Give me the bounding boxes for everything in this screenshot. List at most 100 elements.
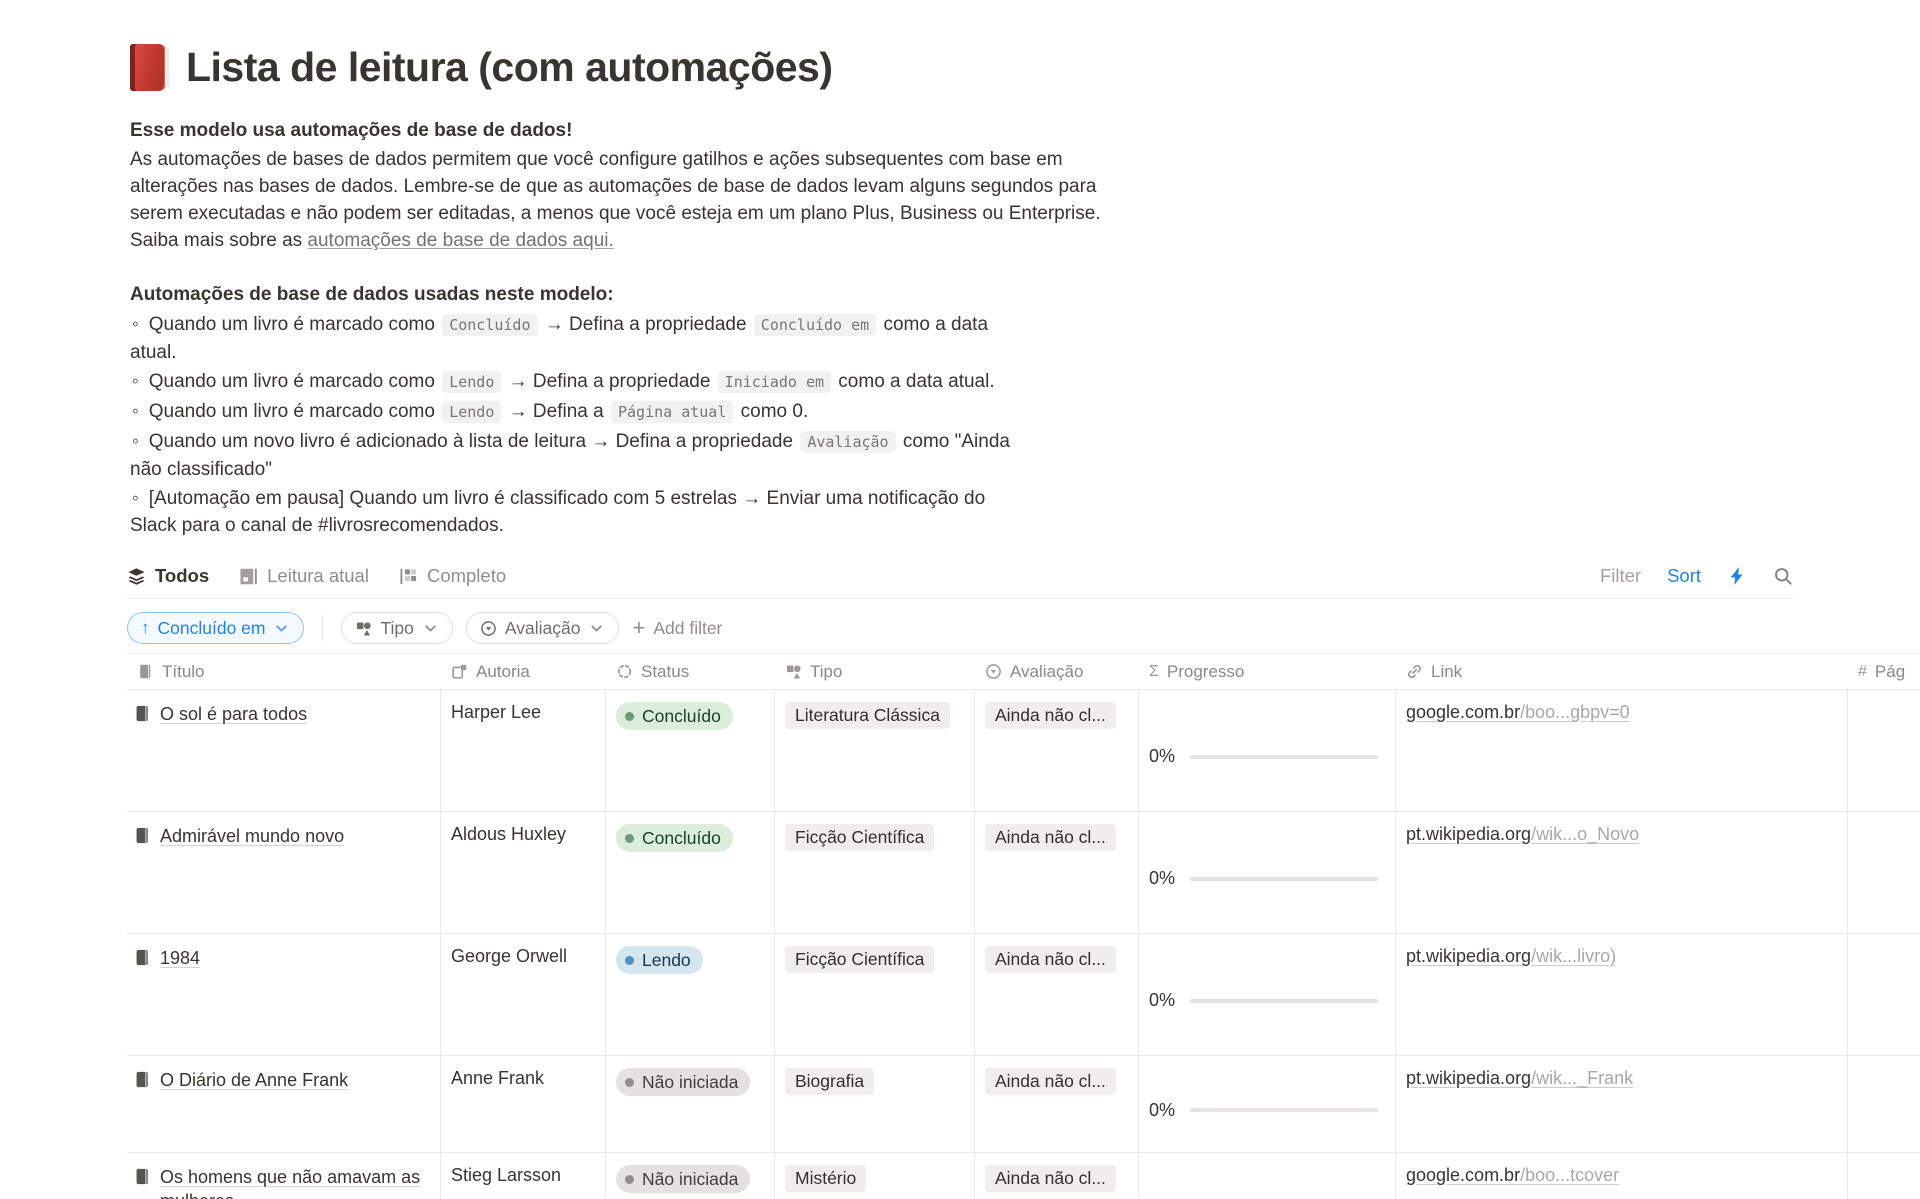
cell-pag[interactable]	[1848, 1056, 1920, 1152]
column-header-link[interactable]: Link	[1396, 662, 1848, 682]
cell-avaliacao[interactable]: Ainda não cl...	[975, 690, 1139, 811]
tab-completo[interactable]: Completo	[399, 565, 506, 587]
search-icon[interactable]	[1773, 566, 1793, 586]
avaliacao-tag[interactable]: Ainda não cl...	[985, 1165, 1116, 1192]
cell-pag[interactable]	[1848, 1153, 1920, 1199]
external-link[interactable]: google.com.br/boo...gbpv=0	[1406, 702, 1630, 722]
column-header-autoria[interactable]: Autoria	[441, 662, 606, 682]
status-pill[interactable]: Lendo	[616, 946, 703, 974]
sort-chip-concluido-em[interactable]: ↑ Concluído em	[127, 612, 304, 644]
cell-link[interactable]: pt.wikipedia.org/wik..._Frank	[1396, 1056, 1848, 1152]
column-header-pag[interactable]: #Pág	[1848, 662, 1920, 682]
external-link[interactable]: google.com.br/boo...tcover	[1406, 1165, 1619, 1185]
cell-tipo[interactable]: Mistério	[775, 1153, 975, 1199]
cell-progresso[interactable]: 0%	[1139, 690, 1396, 811]
inline-code: Avaliação	[800, 431, 895, 453]
cell-titulo[interactable]: 1984	[127, 934, 441, 1055]
avaliacao-tag[interactable]: Ainda não cl...	[985, 824, 1116, 851]
cell-titulo[interactable]: Os homens que não amavam as mulheres	[127, 1153, 441, 1199]
cell-titulo[interactable]: O Diário de Anne Frank	[127, 1056, 441, 1152]
lightning-icon[interactable]	[1727, 566, 1747, 586]
row-title[interactable]: O Diário de Anne Frank	[160, 1068, 348, 1092]
automations-docs-link[interactable]: automações de base de dados aqui.	[307, 230, 613, 251]
cell-link[interactable]: pt.wikipedia.org/wik...livro)	[1396, 934, 1848, 1055]
select-icon	[480, 620, 497, 637]
add-filter-button[interactable]: + Add filter	[632, 617, 722, 639]
tipo-tag[interactable]: Mistério	[785, 1165, 866, 1192]
external-link[interactable]: pt.wikipedia.org/wik...livro)	[1406, 946, 1616, 966]
link-domain: google.com.br	[1406, 702, 1520, 722]
avaliacao-tag[interactable]: Ainda não cl...	[985, 702, 1116, 729]
cell-autoria[interactable]: Anne Frank	[441, 1056, 606, 1152]
cell-avaliacao[interactable]: Ainda não cl...	[975, 934, 1139, 1055]
cell-status[interactable]: Não iniciada	[606, 1056, 775, 1152]
tipo-tag[interactable]: Literatura Clássica	[785, 702, 950, 729]
tipo-tag[interactable]: Ficção Científica	[785, 946, 934, 973]
status-pill[interactable]: Não iniciada	[616, 1068, 750, 1096]
column-header-status[interactable]: Status	[606, 662, 775, 682]
bullet-icon: ◦	[132, 401, 139, 422]
external-link[interactable]: pt.wikipedia.org/wik..._Frank	[1406, 1068, 1633, 1088]
cell-status[interactable]: Não iniciada	[606, 1153, 775, 1199]
avaliacao-tag[interactable]: Ainda não cl...	[985, 946, 1116, 973]
cell-status[interactable]: Concluído	[606, 690, 775, 811]
cell-tipo[interactable]: Literatura Clássica	[775, 690, 975, 811]
sort-control[interactable]: Sort	[1667, 565, 1701, 587]
row-title[interactable]: Admirável mundo novo	[160, 824, 344, 848]
filter-chip-avaliacao[interactable]: Avaliação	[466, 612, 620, 644]
cell-progresso[interactable]: 0%	[1139, 1153, 1396, 1199]
cell-status[interactable]: Concluído	[606, 812, 775, 933]
row-title[interactable]: 1984	[160, 946, 200, 970]
automation-text: [Automação em pausa] Quando um livro é c…	[130, 488, 985, 536]
sort-chip-label: Concluído em	[158, 618, 266, 639]
cell-link[interactable]: pt.wikipedia.org/wik...o_Novo	[1396, 812, 1848, 933]
cell-link[interactable]: google.com.br/boo...gbpv=0	[1396, 690, 1848, 811]
row-title[interactable]: Os homens que não amavam as mulheres	[160, 1165, 430, 1199]
cell-autoria[interactable]: George Orwell	[441, 934, 606, 1055]
cell-link[interactable]: google.com.br/boo...tcover	[1396, 1153, 1848, 1199]
cell-pag[interactable]	[1848, 812, 1920, 933]
cell-tipo[interactable]: Ficção Científica	[775, 812, 975, 933]
automation-text: como a data atual.	[833, 371, 995, 392]
cell-tipo[interactable]: Biografia	[775, 1056, 975, 1152]
column-header-titulo[interactable]: Título	[127, 662, 441, 682]
column-header-progresso[interactable]: ΣProgresso	[1139, 662, 1396, 682]
progress-value: 0%	[1149, 990, 1175, 1011]
cell-pag[interactable]	[1848, 690, 1920, 811]
status-pill[interactable]: Não iniciada	[616, 1165, 750, 1193]
cell-autoria[interactable]: Aldous Huxley	[441, 812, 606, 933]
cell-titulo[interactable]: Admirável mundo novo	[127, 812, 441, 933]
cell-progresso[interactable]: 0%	[1139, 812, 1396, 933]
tipo-tag[interactable]: Biografia	[785, 1068, 874, 1095]
column-header-tipo[interactable]: Tipo	[775, 662, 975, 682]
tipo-tag[interactable]: Ficção Científica	[785, 824, 934, 851]
column-header-avaliacao[interactable]: Avaliação	[975, 662, 1139, 682]
avaliacao-tag[interactable]: Ainda não cl...	[985, 1068, 1116, 1095]
external-link[interactable]: pt.wikipedia.org/wik...o_Novo	[1406, 824, 1639, 844]
cell-progresso[interactable]: 0%	[1139, 934, 1396, 1055]
tab-leitura-atual[interactable]: Leitura atual	[239, 565, 369, 587]
cell-autoria[interactable]: Harper Lee	[441, 690, 606, 811]
filter-chip-tipo[interactable]: Tipo	[341, 612, 452, 644]
row-title[interactable]: O sol é para todos	[160, 702, 307, 726]
column-label: Avaliação	[1010, 662, 1083, 682]
cell-autoria[interactable]: Stieg Larsson	[441, 1153, 606, 1199]
cell-avaliacao[interactable]: Ainda não cl...	[975, 1056, 1139, 1152]
filter-control[interactable]: Filter	[1600, 565, 1641, 587]
cell-progresso[interactable]: 0%	[1139, 1056, 1396, 1152]
status-pill[interactable]: Concluído	[616, 824, 733, 852]
cell-avaliacao[interactable]: Ainda não cl...	[975, 1153, 1139, 1199]
cell-avaliacao[interactable]: Ainda não cl...	[975, 812, 1139, 933]
cell-status[interactable]: Lendo	[606, 934, 775, 1055]
status-pill[interactable]: Concluído	[616, 702, 733, 730]
inline-code: Concluído em	[754, 314, 876, 336]
cell-pag[interactable]	[1848, 934, 1920, 1055]
view-tabs: Todos Leitura atual Completo	[127, 565, 506, 587]
status-label: Não iniciada	[642, 1072, 738, 1093]
automation-list: ◦Quando um livro é marcado como Concluíd…	[130, 311, 1035, 539]
cell-titulo[interactable]: O sol é para todos	[127, 690, 441, 811]
inline-code: Página atual	[611, 401, 733, 423]
link-path: /wik...livro)	[1531, 946, 1616, 966]
cell-tipo[interactable]: Ficção Científica	[775, 934, 975, 1055]
tab-todos[interactable]: Todos	[127, 565, 209, 587]
